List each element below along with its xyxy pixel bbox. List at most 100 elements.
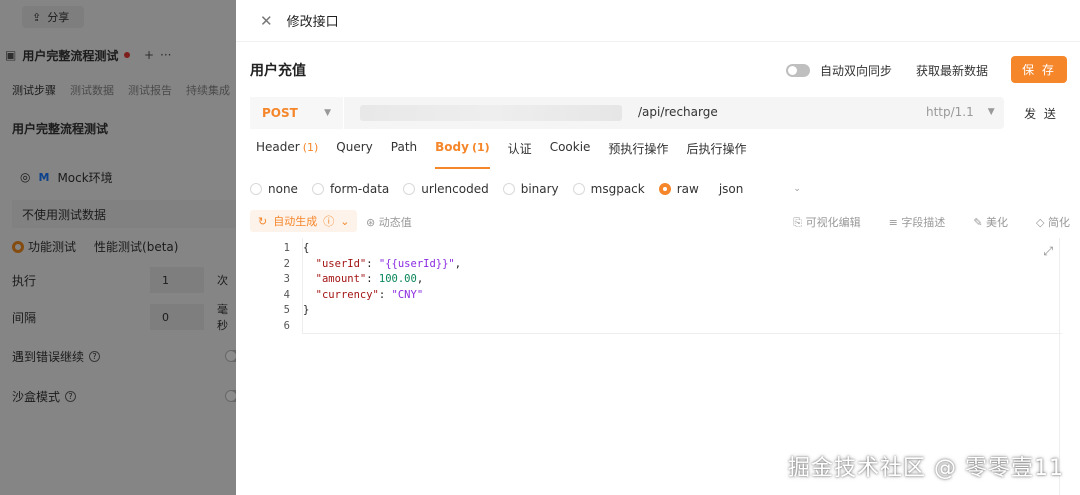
tab-body-label: Body (435, 140, 469, 154)
expand-icon[interactable]: ⤢ (1043, 244, 1053, 259)
tab-pre-script-label: 预执行操作 (608, 142, 669, 156)
body-type-binary[interactable]: binary (502, 182, 559, 196)
body-type-urlencoded-label: urlencoded (421, 182, 489, 196)
beautify-button[interactable]: ✎ 美化 (973, 214, 1008, 230)
body-type-binary-label: binary (520, 182, 559, 196)
visual-edit-label: 可视化编辑 (805, 216, 861, 229)
radio-icon (502, 183, 515, 195)
code-line: } (303, 303, 1062, 319)
method-select[interactable]: POST ▼ (250, 97, 344, 129)
editor-tools: ⎘ 可视化编辑 ≡ 字段描述 ✎ 美化 ◇ 简化 (793, 214, 1070, 230)
magic-icon: ⊛ (366, 216, 376, 229)
drawer-title: 修改接口 (286, 15, 339, 30)
method-value: POST (262, 106, 298, 120)
code-lines[interactable]: { "userId": "{{userId}}", "amount": 100.… (302, 238, 1062, 334)
tab-header-label: Header (256, 140, 300, 154)
edit-api-drawer: ✕ 修改接口 用户充值 自动双向同步 获取最新数据 保 存 POST ▼ /ap… (236, 0, 1080, 495)
send-button[interactable]: 发 送 (1014, 97, 1068, 129)
body-type-msgpack[interactable]: msgpack (572, 182, 645, 196)
chevron-down-icon: ▼ (324, 108, 331, 118)
dynamic-value-button[interactable]: ⊛ 动态值 (366, 214, 412, 230)
tab-auth-label: 认证 (507, 142, 532, 156)
autogen-button[interactable]: ↻ 自动生成 ⓘ ⌄ (250, 210, 358, 232)
tab-post-script[interactable]: 后执行操作 (686, 140, 746, 164)
tab-path-label: Path (390, 140, 418, 154)
radio-selected-icon (658, 183, 671, 195)
visual-edit-button[interactable]: ⎘ 可视化编辑 (793, 214, 860, 230)
body-type-none-label: none (268, 182, 298, 196)
tab-body-count: (1) (471, 141, 490, 154)
tab-auth[interactable]: 认证 (508, 140, 532, 164)
url-bar: POST ▼ /api/recharge http/1.1 ▼ (250, 97, 1004, 129)
url-base-blurred[interactable] (360, 105, 622, 121)
line-number: 3 (283, 273, 290, 285)
code-value: "{{userId}}" (378, 257, 455, 270)
code-value: "CNY" (391, 288, 424, 301)
code-token: { (303, 242, 310, 254)
body-type-raw[interactable]: raw (658, 182, 699, 196)
save-button[interactable]: 保 存 (1011, 56, 1067, 83)
code-line-current (303, 319, 1062, 334)
code-line: "currency": "CNY" (315, 288, 424, 301)
body-type-urlencoded[interactable]: urlencoded (403, 182, 489, 196)
code-line: "amount": 100.00, (315, 273, 424, 285)
body-type-form-data[interactable]: form-data (311, 182, 389, 196)
tab-query[interactable]: Query (336, 140, 372, 164)
close-icon[interactable]: ✕ (260, 12, 273, 30)
body-type-radios: none form-data urlencoded binary msgpack… (250, 182, 801, 196)
modal-overlay[interactable] (0, 0, 236, 495)
api-name[interactable]: 用户充值 (250, 60, 306, 80)
code-token: } (303, 304, 310, 316)
tab-post-script-label: 后执行操作 (686, 142, 747, 156)
line-number: 1 (283, 242, 290, 254)
raw-format-value: json (718, 182, 744, 196)
code-key: "currency" (315, 288, 379, 301)
radio-icon (311, 183, 324, 195)
url-path-input[interactable]: /api/recharge (638, 105, 718, 119)
help-icon: ⓘ (323, 215, 335, 228)
line-number: 2 (283, 257, 290, 270)
body-type-none[interactable]: none (250, 182, 298, 196)
fetch-latest-button[interactable]: 获取最新数据 (916, 62, 988, 79)
dynamic-value-label: 动态值 (378, 216, 412, 229)
tab-query-label: Query (336, 140, 373, 154)
radio-icon (403, 183, 416, 195)
body-toolbar: ↻ 自动生成 ⓘ ⌄ ⊛ 动态值 ⎘ 可视化编辑 ≡ 字段描述 ✎ 美化 ◇ 简… (250, 210, 1070, 234)
tab-header[interactable]: Header (1) (256, 140, 318, 164)
auto-sync: 自动双向同步 (786, 62, 892, 79)
protocol-value: http/1.1 (926, 105, 974, 119)
field-desc-button[interactable]: ≡ 字段描述 (889, 214, 946, 230)
request-tabs: Header (1) Query Path Body (1) 认证 Cookie 预… (256, 140, 746, 169)
code-line: "userId": "{{userId}}", (315, 257, 462, 270)
body-type-msgpack-label: msgpack (590, 182, 645, 196)
field-desc-label: 字段描述 (901, 216, 946, 229)
code-line: { (303, 241, 1062, 257)
tab-body[interactable]: Body (1) (435, 140, 490, 169)
tab-cookie-label: Cookie (549, 140, 591, 154)
line-number: 5 (283, 304, 290, 316)
tab-path[interactable]: Path (391, 140, 417, 164)
radio-icon (572, 183, 585, 195)
refresh-icon: ↻ (258, 214, 268, 228)
code-value: 100.00 (378, 273, 417, 285)
code-key: "amount" (315, 273, 367, 285)
line-numbers: 1 2 3 4 5 6 (250, 238, 290, 334)
auto-sync-label: 自动双向同步 (820, 64, 893, 78)
raw-format-select[interactable]: json ⌄ (719, 182, 801, 196)
chevron-down-icon: ⌄ (793, 184, 801, 194)
chevron-down-icon: ⌄ (340, 214, 350, 228)
tab-pre-script[interactable]: 预执行操作 (608, 140, 668, 164)
watermark: 掘金技术社区 @ 零零壹11 (788, 456, 1064, 481)
simplify-button[interactable]: ◇ 简化 (1036, 214, 1070, 230)
protocol-select[interactable]: http/1.1 ▼ (926, 105, 995, 119)
radio-icon (250, 183, 262, 195)
simplify-label: 简化 (1048, 216, 1070, 229)
auto-sync-toggle[interactable] (786, 64, 810, 77)
tab-header-count: (1) (302, 141, 319, 154)
code-key: "userId" (315, 257, 367, 270)
drawer-header: ✕ 修改接口 (236, 0, 1080, 42)
tab-cookie[interactable]: Cookie (550, 140, 591, 164)
autogen-label: 自动生成 (273, 215, 318, 228)
line-number: 4 (283, 288, 290, 301)
chevron-down-icon: ▼ (987, 107, 995, 117)
